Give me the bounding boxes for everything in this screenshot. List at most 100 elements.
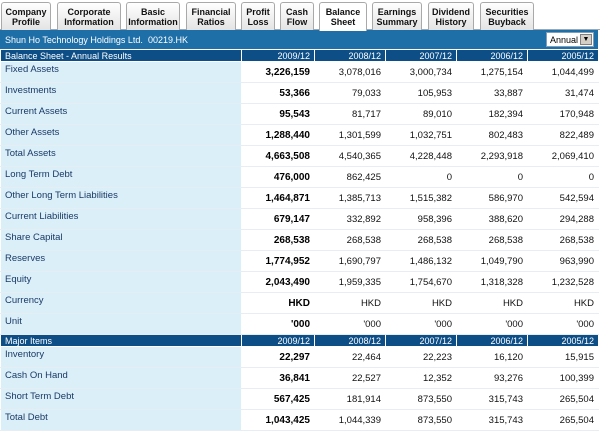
- row-label: Other Assets: [0, 124, 242, 146]
- cell-value: 542,594: [527, 187, 599, 209]
- table-row: Unit '000'000'000'000'000: [0, 313, 599, 335]
- cell-value: 79,033: [314, 82, 386, 104]
- cell-value: 265,504: [527, 388, 599, 410]
- section-title: Major Items: [0, 334, 242, 347]
- cell-value: 15,915: [527, 346, 599, 368]
- cell-value: 315,743: [456, 388, 528, 410]
- row-label: Total Debt: [0, 409, 242, 431]
- tab-label: Profit Loss: [246, 6, 270, 27]
- table-row: Total Assets 4,663,508 4,540,365 4,228,448 2…: [0, 145, 599, 167]
- row-label: Share Capital: [0, 229, 242, 251]
- company-title-bar: Shun Ho Technology Holdings Ltd. 00219.H…: [0, 30, 598, 49]
- tab-dividend-history[interactable]: Dividend History: [428, 2, 474, 30]
- cell-value: 1,385,713: [314, 187, 386, 209]
- cell-value: 2,293,918: [456, 145, 528, 167]
- tab-financial-ratios[interactable]: Financial Ratios: [186, 2, 236, 30]
- tab-securities-buyback[interactable]: Securities Buyback: [480, 2, 534, 30]
- cell-value: 332,892: [314, 208, 386, 230]
- cell-value: 958,396: [385, 208, 457, 230]
- cell-value: 268,538: [527, 229, 599, 251]
- cell-value: 3,226,159: [241, 61, 315, 83]
- cell-value: 22,223: [385, 346, 457, 368]
- cell-value: 36,841: [241, 367, 315, 389]
- table-row: Other Assets 1,288,440 1,301,599 1,032,751 8…: [0, 124, 599, 146]
- tab-cash-flow[interactable]: Cash Flow: [280, 2, 314, 30]
- year-header: 2009/12: [241, 49, 315, 62]
- cell-value: 1,754,670: [385, 271, 457, 293]
- cell-value: 1,486,132: [385, 250, 457, 272]
- cell-value: 268,538: [456, 229, 528, 251]
- row-label: Short Term Debt: [0, 388, 242, 410]
- tab-label: Balance Sheet: [325, 7, 361, 27]
- table-row: Inventory 22,297 22,464 22,223 16,120 15,915: [0, 346, 599, 368]
- cell-value: 2,043,490: [241, 271, 315, 293]
- cell-value: HKD: [314, 292, 386, 314]
- section-header: Major Items 2009/12 2008/12 2007/12 2006/12 2…: [0, 334, 599, 347]
- section-title: Balance Sheet - Annual Results: [0, 49, 242, 62]
- cell-value: 22,527: [314, 367, 386, 389]
- tab-earnings-summary[interactable]: Earnings Summary: [372, 2, 422, 30]
- table-row: Equity 2,043,490 1,959,335 1,754,670 1,318,3…: [0, 271, 599, 293]
- stock-code: 00219.HK: [147, 34, 188, 45]
- cell-value: 268,538: [314, 229, 386, 251]
- period-select-value: Annual: [550, 34, 579, 45]
- row-label: Investments: [0, 82, 242, 104]
- cell-value: 268,538: [385, 229, 457, 251]
- year-header: 2005/12: [527, 49, 599, 62]
- table-row: Long Term Debt 476,000 862,425 0 0 0: [0, 166, 599, 188]
- chevron-down-icon[interactable]: ▼: [580, 34, 592, 45]
- cell-value: 1,318,328: [456, 271, 528, 293]
- cell-value: 476,000: [241, 166, 315, 188]
- cell-value: 22,464: [314, 346, 386, 368]
- row-label: Equity: [0, 271, 242, 293]
- cell-value: 1,232,528: [527, 271, 599, 293]
- cell-value: HKD: [527, 292, 599, 314]
- tab-company-profile[interactable]: Company Profile: [1, 2, 51, 30]
- cell-value: 33,887: [456, 82, 528, 104]
- table-row: Investments 53,366 79,033 105,953 33,887 31,4…: [0, 82, 599, 104]
- cell-value: '000: [456, 313, 528, 335]
- table-row: Currency HKD HKD HKD HKD HKD: [0, 292, 599, 314]
- cell-value: HKD: [241, 292, 315, 314]
- company-name: Shun Ho Technology Holdings Ltd.: [5, 34, 143, 45]
- cell-value: 182,394: [456, 103, 528, 125]
- tab-corporate-information[interactable]: Corporate Information: [57, 2, 121, 30]
- cell-value: '000: [385, 313, 457, 335]
- cell-value: 1,959,335: [314, 271, 386, 293]
- section-header: Balance Sheet - Annual Results 2009/12 200…: [0, 49, 599, 62]
- cell-value: HKD: [456, 292, 528, 314]
- cell-value: 2,069,410: [527, 145, 599, 167]
- cell-value: 1,690,797: [314, 250, 386, 272]
- cell-value: 679,147: [241, 208, 315, 230]
- cell-value: 1,043,425: [241, 409, 315, 431]
- cell-value: 1,049,790: [456, 250, 528, 272]
- cell-value: 1,464,871: [241, 187, 315, 209]
- balance-sheet-table: Balance Sheet - Annual Results 2009/12 200…: [0, 49, 599, 431]
- year-header: 2008/12: [314, 334, 386, 347]
- cell-value: 388,620: [456, 208, 528, 230]
- cell-value: 873,550: [385, 409, 457, 431]
- row-label: Cash On Hand: [0, 367, 242, 389]
- tab-balance-sheet[interactable]: Balance Sheet: [319, 2, 367, 31]
- table-row: Current Liabilities 679,147 332,892 958,396…: [0, 208, 599, 230]
- period-select[interactable]: Annual ▼: [546, 32, 594, 47]
- tab-bar: Company Profile Corporate Information Basi…: [0, 0, 600, 31]
- cell-value: 1,275,154: [456, 61, 528, 83]
- year-header: 2005/12: [527, 334, 599, 347]
- cell-value: 4,540,365: [314, 145, 386, 167]
- cell-value: 31,474: [527, 82, 599, 104]
- tab-basic-information[interactable]: Basic Information: [126, 2, 180, 30]
- tab-profit-loss[interactable]: Profit Loss: [241, 2, 275, 30]
- row-label: Other Long Term Liabilities: [0, 187, 242, 209]
- cell-value: 963,990: [527, 250, 599, 272]
- table-row: Current Assets 95,543 81,717 89,010 182,394 1…: [0, 103, 599, 125]
- cell-value: 170,948: [527, 103, 599, 125]
- tab-label: Securities Buyback: [485, 6, 529, 27]
- cell-value: HKD: [385, 292, 457, 314]
- cell-value: 0: [385, 166, 457, 188]
- table-row: Share Capital 268,538 268,538 268,538 268,53…: [0, 229, 599, 251]
- cell-value: 1,044,499: [527, 61, 599, 83]
- tab-label: Company Profile: [5, 6, 47, 27]
- tab-label: Basic Information: [128, 6, 178, 27]
- year-header: 2006/12: [456, 49, 528, 62]
